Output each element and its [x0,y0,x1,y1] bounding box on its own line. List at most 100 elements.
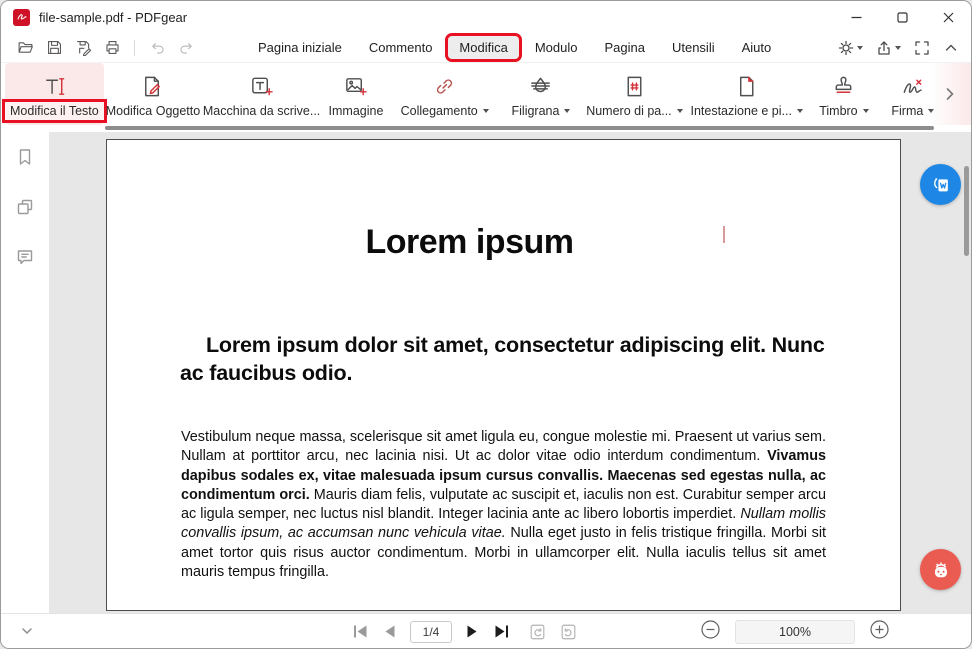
menubar-right-actions [838,40,959,56]
collapse-ribbon-button[interactable] [943,40,959,56]
signature-icon [900,72,925,100]
menu-modulo[interactable]: Modulo [524,36,589,59]
robot-icon [929,558,953,582]
next-view-button[interactable] [559,623,578,641]
tool-collegamento[interactable]: Collegamento [391,63,498,125]
tool-label: Numero di pa... [586,104,671,118]
next-page-button[interactable] [464,624,481,639]
ribbon-scrollbar-thumb[interactable] [105,126,934,130]
pdf-page[interactable]: Lorem ipsum Lorem ipsum dolor sit amet, … [106,139,901,611]
ribbon-scrollbar[interactable] [1,125,971,132]
menu-utensili[interactable]: Utensili [661,36,726,59]
tool-intestazione-pie[interactable]: Intestazione e pi... [687,63,806,125]
menu-pagina[interactable]: Pagina [593,36,655,59]
undo-icon[interactable] [147,38,167,58]
print-icon[interactable] [102,38,122,58]
window-controls [833,1,971,33]
share-button[interactable] [876,40,901,56]
main-area: Lorem ipsum Lorem ipsum dolor sit amet, … [1,132,971,613]
tool-label: Filigrana [512,104,560,118]
chevron-down-icon [18,622,36,640]
zoom-level[interactable]: 100% [735,620,855,644]
tool-macchina-da-scrivere[interactable]: Macchina da scrive... [202,63,321,125]
image-icon [343,72,368,100]
menu-commento[interactable]: Commento [358,36,444,59]
more-tools-button[interactable] [929,63,971,125]
watermark-icon [528,72,553,100]
zoom-in-button[interactable] [870,620,889,644]
comments-icon[interactable] [15,247,35,272]
tool-label: Firma [891,104,923,118]
menu-modifica[interactable]: Modifica [448,36,518,59]
chevron-up-icon [943,40,959,56]
ai-assistant-button[interactable] [920,549,961,590]
save-as-icon[interactable] [73,38,93,58]
previous-view-button[interactable] [528,623,547,641]
chevron-down-icon [677,109,683,113]
save-icon[interactable] [44,38,64,58]
quick-access-toolbar [15,38,196,58]
maximize-button[interactable] [879,1,925,33]
sun-icon [838,40,854,56]
open-file-icon[interactable] [15,38,35,58]
fullscreen-button[interactable] [914,40,930,56]
tool-modifica-oggetto[interactable]: Modifica Oggetto [106,63,201,125]
chevron-down-icon [857,46,863,50]
vertical-scrollbar-thumb[interactable] [964,166,969,256]
collapse-sidebar-button[interactable] [18,622,36,645]
document-viewport[interactable]: Lorem ipsum Lorem ipsum dolor sit amet, … [49,132,971,613]
chevron-down-icon [895,46,901,50]
tool-label: Timbro [819,104,857,118]
menu-aiuto[interactable]: Aiuto [731,36,783,59]
stamp-icon [831,72,856,100]
redo-icon[interactable] [176,38,196,58]
doc-subheading: Lorem ipsum dolor sit amet, consectetur … [180,331,828,387]
link-icon [432,72,457,100]
previous-page-button[interactable] [381,624,398,639]
menubar: Pagina iniziale Commento Modifica Modulo… [1,33,971,63]
share-icon [876,40,892,56]
bookmark-icon[interactable] [15,147,35,172]
tool-immagine[interactable]: Immagine [323,63,389,125]
page-number-icon [622,72,647,100]
left-sidebar [1,132,49,613]
first-page-button[interactable] [352,624,369,639]
typewriter-icon [249,72,274,100]
window-title: file-sample.pdf - PDFgear [39,10,833,25]
menu-pagina-iniziale[interactable]: Pagina iniziale [247,36,353,59]
tool-label: Collegamento [401,104,478,118]
pdfgear-logo-icon [13,9,30,26]
convert-to-word-button[interactable] [920,164,961,205]
edit-object-icon [140,72,165,100]
zoom-controls: 100% [701,614,889,649]
page-navigation [352,614,578,649]
titlebar: file-sample.pdf - PDFgear [1,1,971,33]
chevron-down-icon [797,109,803,113]
tool-label: Macchina da scrive... [203,104,320,118]
minimize-button[interactable] [833,1,879,33]
zoom-out-button[interactable] [701,620,720,644]
tool-label: Immagine [329,104,384,118]
tool-label: Modifica Oggetto [106,104,201,118]
header-footer-icon [734,72,759,100]
doc-text-run: Vestibulum neque massa, scelerisque sit … [181,429,826,464]
tool-modifica-il-testo[interactable]: Modifica il Testo [5,63,104,125]
edit-ribbon: Modifica il Testo Modifica Oggetto Macch… [1,63,971,125]
chevron-down-icon [483,109,489,113]
chevron-down-icon [564,109,570,113]
toolbar-separator [134,40,135,56]
convert-to-word-icon [929,173,953,197]
status-bar: 100% [1,613,971,648]
pdfgear-window: file-sample.pdf - PDFgear Pagina inizial… [0,0,972,649]
chevron-right-icon [944,87,956,101]
page-number-input[interactable] [410,621,452,643]
tool-filigrana[interactable]: Filigrana [500,63,581,125]
tool-numero-di-pagina[interactable]: Numero di pa... [584,63,686,125]
text-cursor [723,226,725,243]
page-thumbnails-icon[interactable] [15,197,35,222]
last-page-button[interactable] [493,624,510,639]
close-button[interactable] [925,1,971,33]
theme-button[interactable] [838,40,863,56]
tool-timbro[interactable]: Timbro [808,63,880,125]
edit-text-icon [42,72,67,100]
